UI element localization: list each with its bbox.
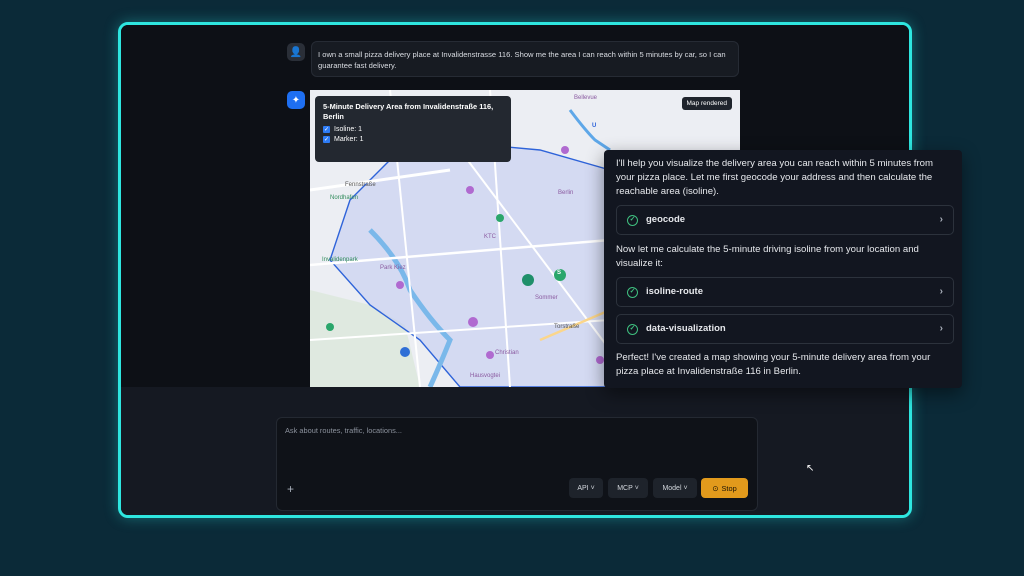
- chevron-down-icon: ˅: [588, 484, 595, 492]
- user-icon: 👤: [289, 46, 303, 58]
- map-label-fennstrasse: Fennstraße: [345, 182, 376, 188]
- legend-isoline-label: Isoline: 1: [334, 126, 363, 133]
- legend-marker-row[interactable]: ✓ Marker: 1: [323, 136, 503, 143]
- tool-name: isoline-route: [646, 286, 704, 297]
- check-circle-icon: ✓: [627, 323, 638, 335]
- api-dropdown[interactable]: API ˅: [569, 478, 603, 498]
- assistant-intro: I'll help you visualize the delivery are…: [616, 158, 933, 197]
- chevron-down-icon: ˅: [632, 484, 639, 492]
- map-label-ktc: KTC: [484, 234, 496, 240]
- sparkle-icon: ✦: [291, 94, 301, 106]
- check-circle-icon: ✓: [627, 214, 638, 226]
- chat-input-placeholder[interactable]: Ask about routes, traffic, locations...: [285, 426, 402, 435]
- chevron-right-icon: ›: [939, 323, 943, 334]
- assistant-avatar: ✦: [287, 91, 305, 109]
- model-dropdown[interactable]: Model ˅: [653, 478, 697, 498]
- chat-input[interactable]: Ask about routes, traffic, locations... …: [276, 417, 758, 511]
- map-label-s: S: [557, 270, 562, 276]
- add-attachment-button[interactable]: +: [287, 482, 294, 496]
- checkbox-checked-icon[interactable]: ✓: [323, 136, 330, 143]
- user-message: I own a small pizza delivery place at In…: [311, 41, 739, 77]
- map-legend: 5-Minute Delivery Area from Invalidenstr…: [315, 96, 511, 162]
- check-circle-icon: ✓: [627, 286, 638, 298]
- legend-marker-label: Marker: 1: [334, 136, 364, 143]
- api-dropdown-label: API: [577, 484, 589, 492]
- map-label-sommer: Sommer: [535, 295, 558, 301]
- mouse-cursor-icon: ↖: [806, 463, 815, 474]
- mcp-dropdown-label: MCP: [617, 484, 633, 492]
- tool-call-geocode[interactable]: ✓ geocode ›: [616, 205, 954, 235]
- assistant-middle: Now let me calculate the 5-minute drivin…: [616, 244, 919, 269]
- chevron-down-icon: ˅: [681, 484, 688, 492]
- map-label-christian: Christian: [495, 350, 519, 356]
- stop-button[interactable]: ⊙ Stop: [701, 478, 748, 498]
- map-label-bellevue: Bellevue: [574, 95, 598, 101]
- stop-icon: ⊙: [712, 483, 719, 493]
- map-label-hausvogtei: Hausvogtei: [470, 373, 501, 379]
- stop-button-label: Stop: [721, 483, 737, 493]
- chevron-right-icon: ›: [939, 286, 943, 297]
- chevron-right-icon: ›: [939, 214, 943, 225]
- map-label-nordhafen: Nordhafen: [330, 195, 359, 201]
- map-label-park-kiez: Park Kiez: [380, 265, 406, 271]
- tool-name: geocode: [646, 214, 686, 225]
- legend-title: 5-Minute Delivery Area from Invalidenstr…: [323, 102, 494, 121]
- map-label-u: U: [592, 123, 597, 129]
- map-label-torstrasse: Torstraße: [554, 324, 580, 330]
- legend-isoline-row[interactable]: ✓ Isoline: 1: [323, 126, 503, 133]
- tool-call-data-visualization[interactable]: ✓ data-visualization ›: [616, 314, 954, 344]
- assistant-outro: Perfect! I've created a map showing your…: [616, 352, 931, 377]
- assistant-response: I'll help you visualize the delivery are…: [604, 150, 962, 388]
- mcp-dropdown[interactable]: MCP ˅: [608, 478, 648, 498]
- map-label-berlin: Berlin: [558, 190, 574, 196]
- map-status-badge: Map rendered: [681, 97, 732, 110]
- checkbox-checked-icon[interactable]: ✓: [323, 126, 330, 133]
- model-dropdown-label: Model: [662, 484, 682, 492]
- map-label-invalidenpark: Invalidenpark: [322, 257, 358, 263]
- user-avatar: 👤: [287, 43, 305, 61]
- tool-name: data-visualization: [646, 323, 726, 334]
- tool-call-isoline-route[interactable]: ✓ isoline-route ›: [616, 277, 954, 307]
